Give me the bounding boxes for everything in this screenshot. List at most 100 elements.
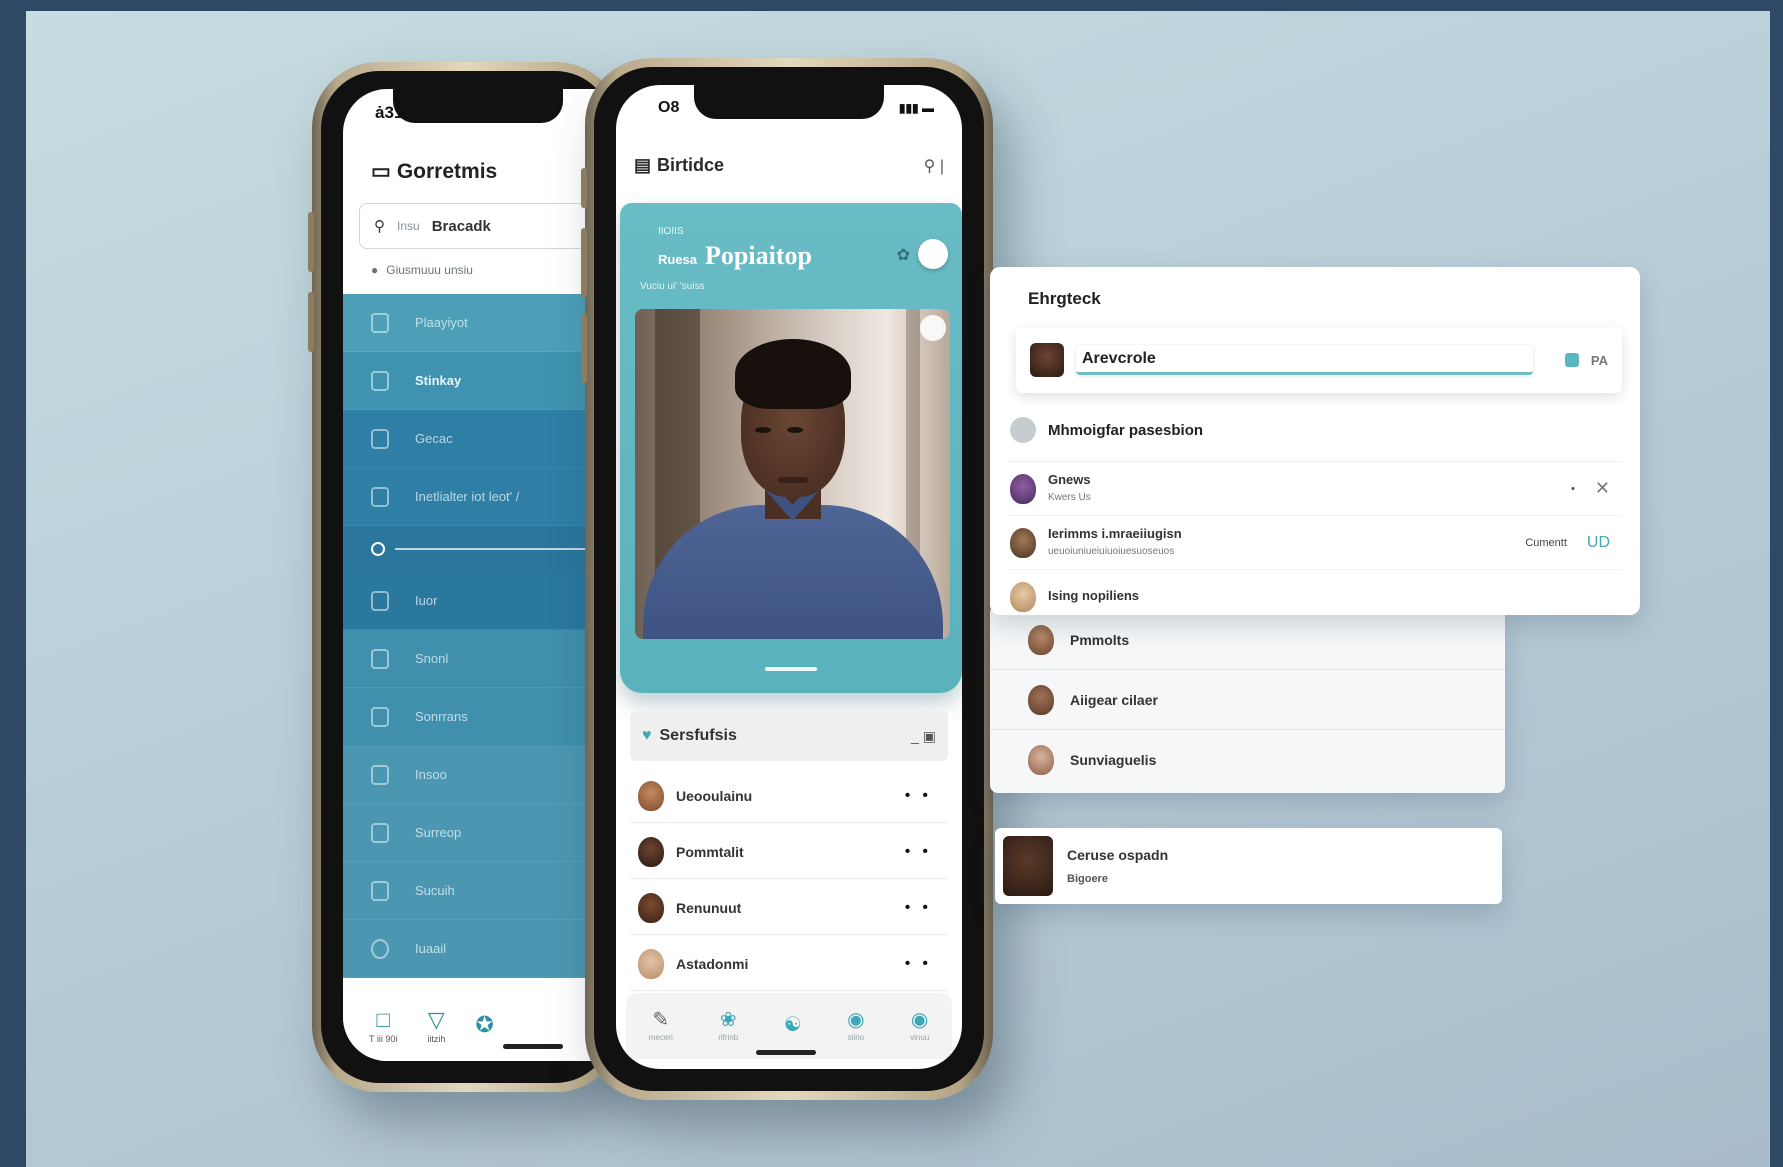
ud-icon[interactable]: UD	[1587, 534, 1610, 552]
close-icon[interactable]: ✕	[1595, 478, 1610, 499]
menu-label: Sucuih	[415, 883, 455, 898]
panel-subtitle: Mhmoigfar pasesbion	[1010, 417, 1203, 443]
list-item-name: Ueooulainu	[676, 787, 753, 804]
tab-item[interactable]: ❀ rifrinb	[718, 1010, 738, 1042]
menu-item[interactable]: Surreop	[343, 804, 613, 862]
square-icon: □	[376, 1006, 390, 1032]
phone-right: O8 ▮▮▮ ▬ ▤ Birtidce ⚲ | IIOIIS Ruesa Pop…	[581, 58, 993, 1100]
avatar	[1028, 684, 1054, 715]
tab-item[interactable]: ◉ siirio	[847, 1010, 864, 1042]
profile-photo	[635, 309, 950, 639]
menu-icon[interactable]: ▤	[634, 155, 651, 176]
leaf-icon: ❀	[719, 1009, 737, 1031]
bezel: ȧ31 ▭ Gorretmis ⚲ Insu Bracadk ● Giusmuu…	[321, 71, 613, 1083]
list-item-text: Ising nopiliens	[1048, 588, 1622, 605]
name-field[interactable]: Arevcrole	[1076, 345, 1533, 375]
list-item[interactable]: Pommtalit ••	[630, 825, 948, 879]
contact-list: Ueooulainu •• Pommtalit •• Renunuut •• Asta…	[630, 769, 948, 993]
menu-label: Iuaail	[415, 941, 447, 956]
tab-item[interactable]: □ T iii 90i	[369, 1006, 398, 1044]
list-item[interactable]: Renunuut ••	[630, 881, 948, 935]
secondary-list-panel: Pmmolts Aiigear cilaer Sunviaguelis	[990, 610, 1505, 793]
search-input[interactable]: ⚲ Insu Bracadk	[359, 203, 613, 249]
volume-button	[308, 212, 314, 272]
subtitle: ● Giusmuuu unsiu	[371, 263, 473, 277]
home-indicator	[503, 1044, 563, 1049]
pin-icon	[371, 428, 389, 449]
drag-handle[interactable]	[765, 667, 817, 671]
list-item[interactable]: Aiigear cilaer	[990, 670, 1505, 730]
slider-track[interactable]	[395, 548, 613, 550]
menu-label: Inetlialter iot leot' /	[415, 489, 520, 504]
card-small-line: IIOIIS	[658, 226, 684, 237]
tab-item[interactable]: ▽ iitzih	[427, 1006, 446, 1044]
menu-item[interactable]: Insoo	[343, 746, 613, 804]
toggle-button[interactable]	[918, 239, 948, 269]
list-item[interactable]: Ising nopiliens	[1008, 569, 1622, 623]
tab-item[interactable]: ✎ meceri	[649, 1010, 673, 1042]
menu-item[interactable]: Gecac	[343, 410, 613, 468]
people-icon: ☯	[783, 1013, 802, 1036]
list-item[interactable]: Ierimms i.mraeiiugisn ueuoiuniueiuiuoiues…	[1008, 515, 1622, 569]
avatar	[1010, 473, 1036, 504]
list-item[interactable]: Astadonmi ••	[630, 937, 948, 991]
filter-icon[interactable]: _ ▣	[911, 728, 936, 745]
section-header: ♥ Sersfufsis _ ▣	[630, 711, 948, 761]
list-item-name: Sunviaguelis	[1070, 752, 1157, 768]
list-item[interactable]: Sunviaguelis	[990, 730, 1505, 790]
avatar	[1003, 836, 1053, 896]
list-item-text: Ierimms i.mraeiiugisn ueuoiuniueiuiuoiues…	[1048, 526, 1513, 558]
menu-item[interactable]: Sonrrans	[343, 688, 613, 746]
code-label: PA	[1590, 352, 1608, 368]
list-item[interactable]: Gnews Kwers Us • ✕	[1008, 461, 1622, 515]
menu-item[interactable]: Plaayiyot	[343, 294, 613, 352]
search-icon[interactable]: ⚲ |	[924, 156, 944, 176]
dot-icon: •	[1571, 482, 1575, 495]
avatar	[638, 836, 664, 867]
favorite-button[interactable]	[920, 315, 946, 341]
menu-item[interactable]: Stinkay	[343, 352, 613, 410]
more-icon[interactable]: ••	[905, 843, 940, 861]
row-actions: Cumentt UD	[1525, 534, 1622, 552]
avatar	[638, 780, 664, 811]
tab-label: T iii 90i	[369, 1033, 398, 1044]
tab-label: iitzih	[427, 1033, 446, 1044]
tab-bar: □ T iii 90i ▽ iitzih ✪	[343, 991, 613, 1061]
tab-item[interactable]: ◉ vinuu	[910, 1010, 929, 1042]
heart-icon: ♥	[642, 727, 652, 744]
avatar	[1028, 745, 1054, 775]
app-title-text: Birtidce	[657, 155, 725, 175]
user-icon	[1010, 417, 1036, 443]
avatar	[638, 892, 664, 923]
name-field-value: Arevcrole	[1082, 349, 1156, 367]
play-icon	[371, 822, 389, 843]
tab-label: siirio	[847, 1033, 865, 1042]
avatar	[1010, 581, 1036, 612]
more-icon[interactable]: ••	[905, 899, 940, 917]
grid-icon	[371, 370, 389, 391]
list-item-name: Renunuut	[676, 899, 742, 916]
menu-item[interactable]: Iuor	[343, 572, 613, 630]
heart-icon: ▽	[427, 1006, 445, 1032]
menu-item[interactable]: Inetlialter iot leot' /	[343, 468, 613, 526]
section-title-text: Sersfufsis	[659, 727, 737, 744]
screen: O8 ▮▮▮ ▬ ▤ Birtidce ⚲ | IIOIIS Ruesa Pop…	[616, 85, 962, 1069]
page-title: ▭ Gorretmis	[371, 159, 497, 184]
slider[interactable]	[343, 526, 613, 572]
more-icon[interactable]: ••	[905, 955, 940, 973]
list-item[interactable]: Ueooulainu ••	[630, 769, 948, 823]
tab-item[interactable]: ✪	[475, 1013, 493, 1039]
more-icon[interactable]: ••	[905, 787, 940, 805]
volume-button	[308, 292, 314, 352]
slider-knob[interactable]	[371, 542, 385, 556]
tag-icon[interactable]	[1564, 353, 1579, 367]
detail-panel: Ehrgteck Arevcrole PA Mhmoigfar pasesbio…	[990, 267, 1640, 615]
search-icon	[371, 590, 389, 611]
menu-item[interactable]: Sucuih	[343, 862, 613, 920]
notification-card[interactable]: Ceruse ospadn Bigoere	[995, 828, 1502, 904]
comment-link[interactable]: Cumentt	[1525, 537, 1567, 549]
menu-item[interactable]: Snonl	[343, 630, 613, 688]
menu-item[interactable]: Iuaail	[343, 920, 613, 978]
avatar	[1030, 343, 1064, 377]
tab-item[interactable]: ☯	[784, 1015, 802, 1038]
